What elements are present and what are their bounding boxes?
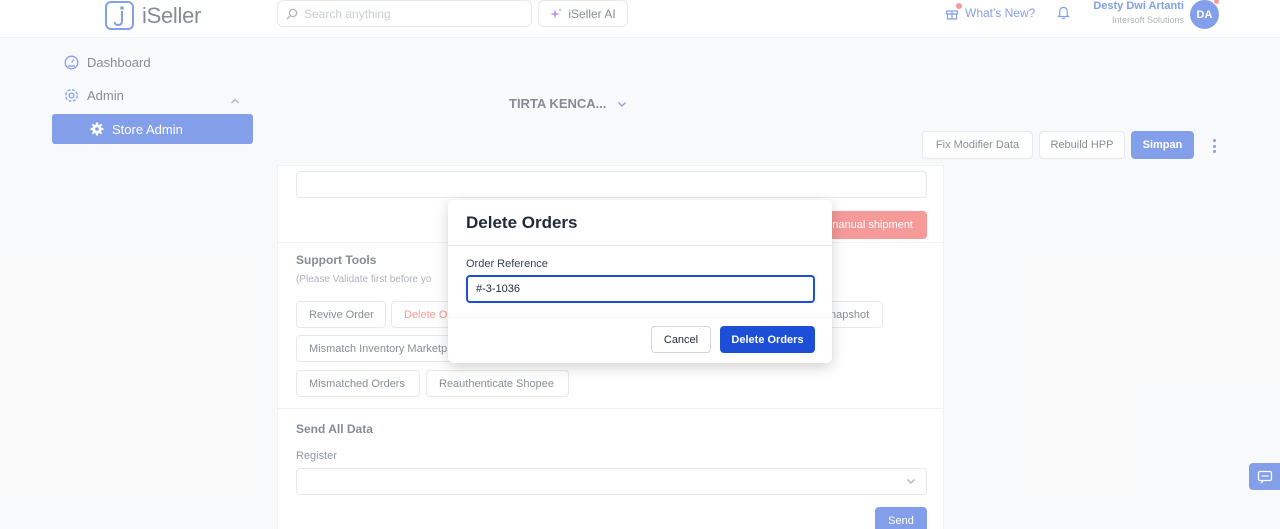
- modal-body: Order Reference: [448, 246, 832, 318]
- order-reference-input[interactable]: [466, 275, 815, 303]
- delete-orders-modal: Delete Orders Order Reference Cancel Del…: [448, 200, 832, 363]
- cancel-button[interactable]: Cancel: [651, 326, 711, 353]
- modal-footer: Cancel Delete Orders: [651, 326, 815, 353]
- confirm-delete-orders-button[interactable]: Delete Orders: [720, 326, 815, 353]
- modal-header: Delete Orders: [448, 200, 832, 246]
- modal-title: Delete Orders: [466, 212, 578, 232]
- order-reference-label: Order Reference: [466, 258, 548, 270]
